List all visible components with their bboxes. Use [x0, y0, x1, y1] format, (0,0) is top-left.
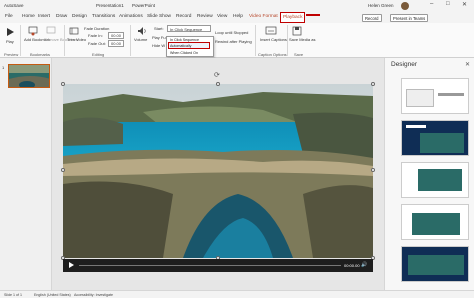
design-idea-3[interactable]: [401, 162, 469, 198]
slide-info: Slide 1 of 1: [4, 293, 22, 297]
close-icon[interactable]: ✕: [465, 61, 470, 68]
slide-number: 1: [2, 65, 5, 70]
avatar[interactable]: [401, 2, 409, 10]
add-bookmark-icon[interactable]: [28, 26, 38, 36]
option-automatically[interactable]: Automatically: [170, 44, 191, 48]
add-bookmark-label[interactable]: Add Bookmark: [24, 37, 50, 42]
tab-design[interactable]: Design: [72, 14, 87, 19]
accessibility-status[interactable]: Accessibility: Investigate: [74, 293, 113, 297]
media-controls: 00:00.00 🔊: [63, 259, 373, 272]
trim-video-label[interactable]: Trim Video: [67, 37, 86, 42]
design-idea-2[interactable]: [401, 120, 469, 156]
fade-out-input[interactable]: 00.00: [108, 40, 125, 47]
tab-help[interactable]: Help: [233, 14, 243, 19]
tab-draw[interactable]: Draw: [56, 14, 67, 19]
ribbon: Play Preview Add Bookmark Remove Bookmar…: [0, 23, 474, 58]
tab-slide-show[interactable]: Slide Show: [147, 14, 171, 19]
tab-record[interactable]: Record: [176, 14, 191, 19]
slide-thumbnail[interactable]: [8, 64, 50, 88]
tab-video-format[interactable]: Video Format: [249, 14, 278, 19]
volume-icon[interactable]: 🔊: [361, 262, 367, 268]
group-save: Save: [294, 52, 304, 57]
fade-in-label: Fade In:: [88, 33, 103, 38]
design-idea-5[interactable]: [401, 246, 469, 282]
video-frame[interactable]: [63, 84, 373, 258]
annotation-arrow: [306, 14, 320, 16]
hide-while-not-playing-checkbox[interactable]: Hide W: [152, 43, 165, 48]
volume-icon[interactable]: [137, 26, 147, 36]
rewind-checkbox[interactable]: Rewind after Playing: [215, 39, 252, 44]
start-label: Start:: [154, 26, 164, 31]
tab-playback[interactable]: Playback: [280, 12, 305, 23]
insert-captions-icon[interactable]: [265, 26, 277, 36]
volume-label[interactable]: Volume: [134, 37, 147, 42]
tab-animations[interactable]: Animations: [119, 14, 143, 19]
trim-video-icon[interactable]: [69, 26, 79, 36]
designer-title: Designer: [391, 61, 418, 68]
minimize-icon[interactable]: –: [430, 1, 433, 7]
user-name: Helen Green: [368, 3, 394, 8]
tab-review[interactable]: Review: [197, 14, 213, 19]
record-button[interactable]: Record: [362, 14, 382, 22]
group-caption-options: Caption Options: [258, 52, 287, 57]
fade-in-input[interactable]: 00.00: [108, 32, 125, 39]
design-idea-4[interactable]: [401, 204, 469, 240]
tab-view[interactable]: View: [217, 14, 227, 19]
start-select[interactable]: In Click Sequence: [167, 25, 211, 32]
save-media-icon[interactable]: [292, 26, 302, 36]
play-full-screen-checkbox[interactable]: Play Fu: [152, 35, 166, 40]
time-display: 00:00.00: [344, 263, 360, 268]
start-dropdown-menu: In Click Sequence Automatically When Cli…: [166, 36, 214, 57]
save-media-label[interactable]: Save Media as: [289, 37, 315, 42]
slide-thumbnail-pane: 1: [0, 58, 52, 290]
status-bar: Slide 1 of 1 English (United States) Acc…: [0, 290, 474, 298]
resize-handle[interactable]: [216, 82, 220, 86]
language-status[interactable]: English (United States): [34, 293, 71, 297]
fade-duration-label: Fade Duration: [84, 26, 110, 31]
resize-handle[interactable]: [61, 82, 65, 86]
rotate-handle-icon[interactable]: ⟳: [214, 71, 220, 79]
group-editing: Editing: [92, 52, 105, 57]
play-button-label[interactable]: Play: [6, 39, 14, 44]
close-icon[interactable]: ✕: [462, 1, 467, 8]
tab-transitions[interactable]: Transitions: [92, 14, 115, 19]
tab-home[interactable]: Home: [22, 14, 35, 19]
autosave-label[interactable]: AutoSave: [4, 3, 24, 8]
resize-handle[interactable]: [371, 168, 375, 172]
group-bookmarks: Bookmarks: [30, 52, 51, 57]
loop-checkbox[interactable]: Loop until Stopped: [215, 30, 248, 35]
present-in-teams-button[interactable]: Present in Teams: [390, 14, 429, 22]
title-bar: AutoSave Presentation1 PowerPoint Helen …: [0, 0, 474, 12]
fade-out-label: Fade Out:: [88, 41, 106, 46]
remove-bookmark-icon[interactable]: [46, 26, 56, 36]
designer-pane: Designer ✕: [384, 58, 474, 290]
insert-captions-label[interactable]: Insert Captions: [260, 37, 287, 42]
file-name: Presentation1: [96, 3, 124, 8]
resize-handle[interactable]: [371, 82, 375, 86]
tab-file[interactable]: File: [5, 14, 13, 19]
maximize-icon[interactable]: □: [446, 1, 450, 7]
design-idea-1[interactable]: [401, 78, 469, 114]
option-when-clicked-on[interactable]: When Clicked On: [170, 51, 198, 55]
seek-bar[interactable]: [79, 265, 341, 267]
tab-insert[interactable]: Insert: [38, 14, 50, 19]
play-icon[interactable]: [69, 262, 74, 268]
play-icon[interactable]: [5, 27, 15, 37]
resize-handle[interactable]: [61, 168, 65, 172]
app-name: PowerPoint: [132, 3, 156, 8]
group-preview: Preview: [4, 52, 19, 57]
